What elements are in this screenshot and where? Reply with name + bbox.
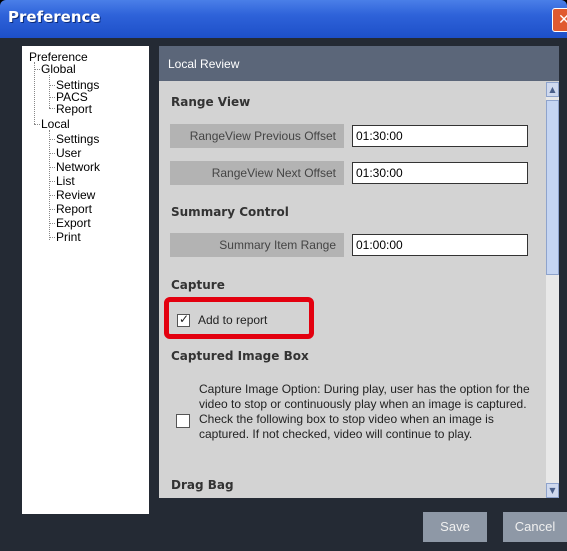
tree-item-local-review[interactable]: Review [56, 189, 95, 201]
panel-scrollbar[interactable]: ▲ ▼ [546, 82, 559, 498]
highlight-annotation [164, 297, 314, 339]
range-next-input[interactable]: 01:30:00 [352, 162, 528, 184]
tree-item-local-report[interactable]: Report [56, 203, 92, 215]
preference-window: Preference ✕ Preference Global Settings … [0, 0, 567, 551]
section-captured-image-box: Captured Image Box [171, 349, 309, 363]
window-title: Preference [8, 8, 101, 26]
range-next-label: RangeView Next Offset [170, 161, 344, 185]
scroll-up-icon[interactable]: ▲ [546, 82, 559, 97]
section-capture: Capture [171, 278, 225, 292]
summary-range-label: Summary Item Range [170, 233, 344, 257]
scroll-down-icon[interactable]: ▼ [546, 483, 559, 498]
panel-title: Local Review [168, 57, 240, 71]
captured-image-description: Capture Image Option: During play, user … [199, 382, 530, 441]
tree-item-local[interactable]: Local [41, 118, 70, 130]
section-drag-bag: Drag Bag [171, 478, 234, 492]
save-button[interactable]: Save [423, 512, 487, 542]
close-icon: ✕ [558, 12, 567, 28]
summary-range-input[interactable]: 01:00:00 [352, 234, 528, 256]
tree-item-global[interactable]: Global [41, 63, 76, 75]
panel-header: Local Review [159, 46, 559, 81]
tree-item-local-settings[interactable]: Settings [56, 133, 99, 145]
cancel-button[interactable]: Cancel [503, 512, 567, 542]
preference-tree: Preference Global Settings PACS Report L… [22, 46, 149, 514]
tree-item-local-network[interactable]: Network [56, 161, 100, 173]
tree-item-global-report[interactable]: Report [56, 103, 92, 115]
section-summary-control: Summary Control [171, 205, 289, 219]
stop-video-checkbox[interactable] [176, 414, 190, 428]
tree-item-local-print[interactable]: Print [56, 231, 81, 243]
tree-item-local-list[interactable]: List [56, 175, 75, 187]
title-bar[interactable]: Preference ✕ [0, 0, 567, 38]
tree-item-local-user[interactable]: User [56, 147, 81, 159]
range-prev-label: RangeView Previous Offset [170, 124, 344, 148]
range-prev-input[interactable]: 01:30:00 [352, 125, 528, 147]
close-button[interactable]: ✕ [552, 8, 567, 32]
tree-item-local-export[interactable]: Export [56, 217, 91, 229]
section-range-view: Range View [171, 95, 251, 109]
scroll-thumb[interactable] [546, 100, 559, 275]
